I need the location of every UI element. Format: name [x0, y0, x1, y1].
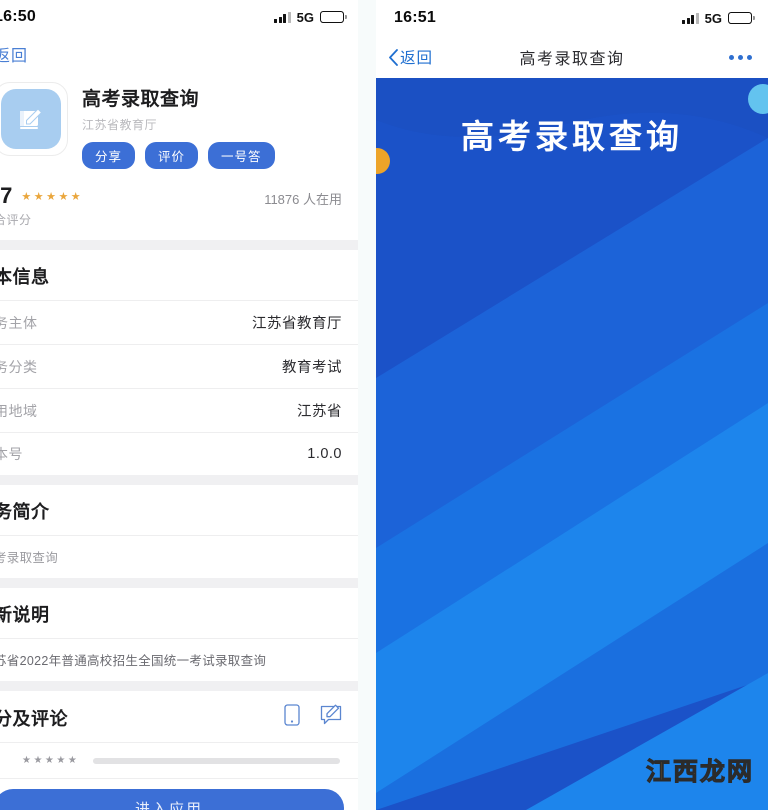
right-phone-panel: 16:51 5G 返回 高考录取查询 高考录取查询 江西龙网 — [376, 0, 768, 810]
reviews-header: 分及评论 — [0, 691, 358, 742]
chip-onenumber[interactable]: 一号答 — [208, 142, 275, 169]
info-key: 务分类 — [0, 358, 38, 375]
app-title: 高考录取查询 — [82, 89, 200, 110]
navigation-bar: 返回 高考录取查询 — [376, 36, 768, 78]
rating-bar-stars: ★★★★★ — [22, 755, 80, 766]
status-time: 16:50 — [0, 8, 36, 25]
info-key: 务主体 — [0, 314, 38, 331]
nav-back-label: 返回 — [400, 50, 434, 67]
users-count: 11876 人在用 — [264, 192, 342, 207]
reviews-title: 分及评论 — [0, 708, 68, 729]
app-action-chips: 分享 评价 一号答 — [82, 142, 275, 169]
enter-app-button-wrap: 进入应用 — [0, 779, 358, 810]
signal-bars-icon — [682, 12, 699, 24]
rating-score: .7 — [0, 183, 13, 208]
enter-app-label: 进入应用 — [134, 800, 203, 810]
info-row-provider: 务主体 江苏省教育厅 — [0, 301, 358, 344]
update-title: 新说明 — [0, 605, 50, 625]
app-icon — [0, 82, 68, 156]
dual-phone-screenshot: 16:50 5G 返回 — [0, 0, 768, 810]
nav-back-button[interactable]: 返回 — [388, 46, 433, 68]
enter-app-button[interactable]: 进入应用 — [0, 789, 344, 810]
right-status-bar: 16:51 5G — [376, 0, 768, 36]
chip-share[interactable]: 分享 — [82, 142, 136, 169]
left-phone-panel: 16:50 5G 返回 — [0, 0, 358, 810]
banner-title: 高考录取查询 — [461, 118, 683, 155]
intro-text: 考录取查询 — [0, 551, 59, 565]
section-divider — [0, 240, 358, 250]
back-label: 返回 — [0, 48, 29, 65]
app-header: 高考录取查询 江苏省教育厅 分享 评价 一号答 — [0, 68, 358, 175]
panel-gutter — [358, 0, 376, 810]
signal-bars-icon — [274, 11, 291, 23]
rating-summary: .7 ★★★★★ 合评分 11876 人在用 — [0, 175, 358, 240]
info-row-version: 本号 1.0.0 — [0, 433, 358, 475]
info-key: 用地域 — [0, 402, 38, 419]
intro-title: 务简介 — [0, 502, 50, 522]
info-key: 本号 — [0, 446, 23, 462]
rating-progress-bar — [93, 757, 340, 764]
status-time: 16:51 — [394, 9, 436, 26]
section-divider — [0, 475, 358, 485]
battery-icon — [728, 12, 755, 24]
watermark: 江西龙网 — [645, 752, 754, 788]
network-type-label: 5G — [704, 10, 722, 26]
info-value: 1.0.0 — [307, 446, 342, 462]
chip-review[interactable]: 评价 — [145, 142, 199, 169]
banner: 高考录取查询 — [376, 78, 768, 183]
info-row-region: 用地域 江苏省 — [0, 389, 358, 432]
section-divider — [0, 578, 358, 588]
basic-info-title: 本信息 — [0, 267, 50, 287]
info-value: 江苏省教育厅 — [252, 316, 342, 332]
page-body: 高考录取查询 江苏省2022年普通高校招生全国统一考试录取查询 考生号 请输入考… — [376, 78, 768, 810]
info-value: 江苏省 — [297, 404, 342, 420]
left-status-bar: 16:50 5G — [0, 0, 358, 34]
update-text: 苏省2022年普通高校招生全国统一考试录取查询 — [0, 654, 267, 668]
phone-icon[interactable] — [284, 704, 300, 731]
app-organization: 江苏省教育厅 — [82, 118, 158, 132]
info-value: 教育考试 — [282, 360, 342, 376]
battery-icon — [320, 11, 347, 23]
background-stripes — [376, 78, 768, 810]
more-dots-icon[interactable] — [729, 54, 752, 60]
back-button[interactable]: 返回 — [0, 34, 358, 68]
info-row-category: 务分类 教育考试 — [0, 345, 358, 388]
watermark-part2: 龙网 — [699, 758, 754, 787]
write-review-icon[interactable] — [320, 704, 342, 731]
rating-stars: ★★★★★ — [21, 190, 84, 203]
section-divider — [0, 681, 358, 691]
page-title: 高考录取查询 — [519, 51, 625, 68]
chevron-left-icon — [389, 48, 398, 66]
watermark-part1: 江西 — [645, 758, 700, 787]
rating-sub-label: 合评分 — [0, 213, 32, 227]
notepad-pencil-icon — [1, 89, 61, 149]
network-type-label: 5G — [296, 9, 314, 25]
rating-distribution-row: ★★★★★ — [0, 743, 358, 778]
